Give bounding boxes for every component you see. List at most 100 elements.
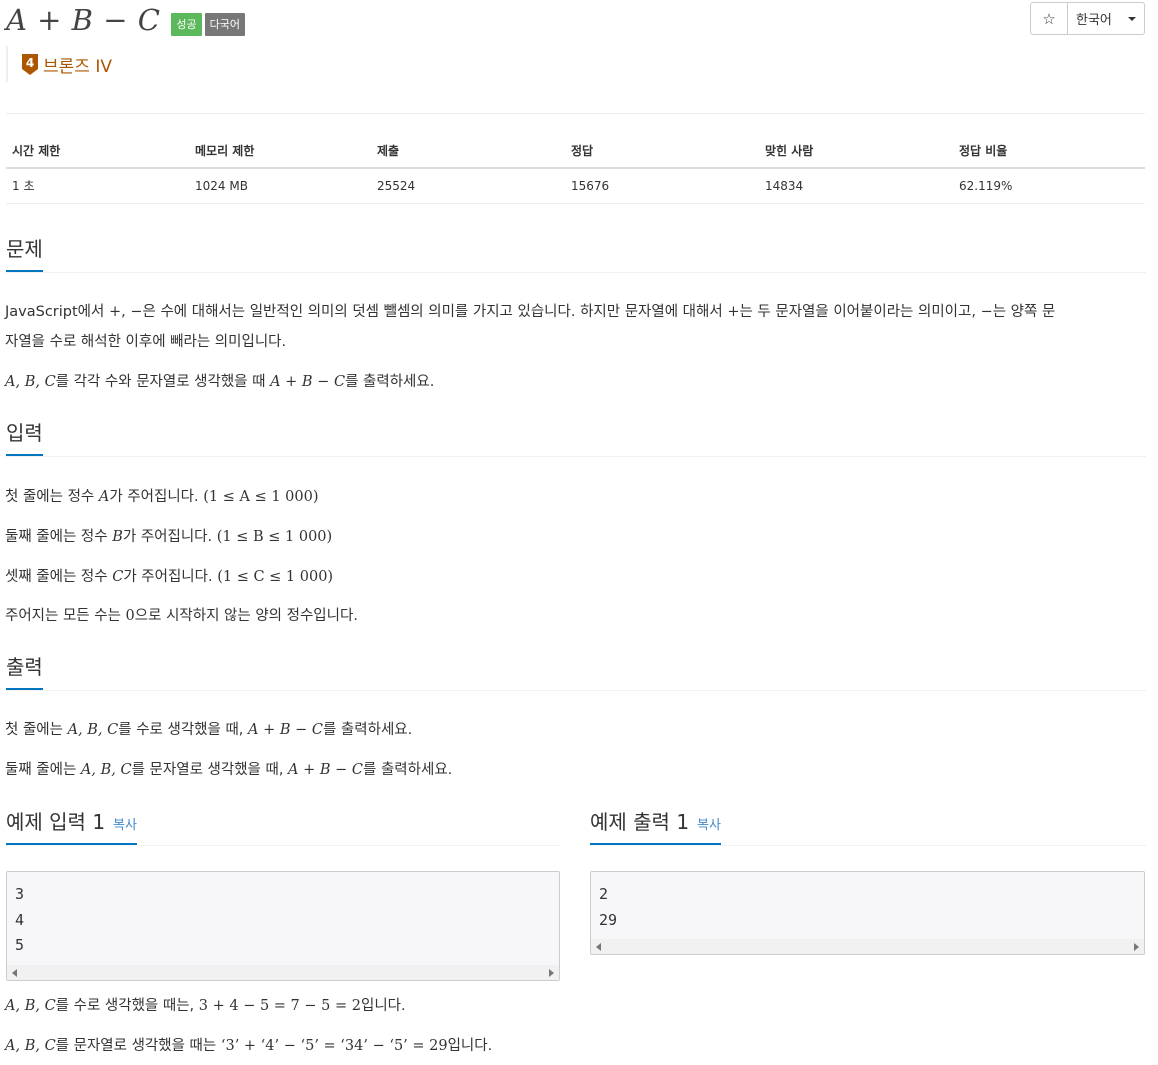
output-line-2: 둘째 줄에는 A, B, C를 문자열로 생각했을 때, A + B − C를 … xyxy=(5,755,1144,785)
sample-input-header: 예제 입력 1 복사 xyxy=(6,806,560,846)
sample-output-heading: 예제 출력 1 복사 xyxy=(590,806,721,845)
math-vars: A, B, C xyxy=(5,998,56,1014)
top-right-controls: ☆ 한국어 xyxy=(1030,2,1145,35)
memory-limit-value: 1024 MB xyxy=(189,168,371,204)
input-line-3: 셋째 줄에는 정수 C가 주어집니다. (1 ≤ C ≤ 1 000) xyxy=(5,562,1144,592)
math-zero: 0 xyxy=(125,608,135,624)
tier-label: 브론즈 IV xyxy=(43,56,112,77)
scroll-left-icon[interactable] xyxy=(596,943,601,951)
math-var: C xyxy=(112,569,124,585)
text: 둘째 줄에는 xyxy=(5,762,81,778)
header-accept-ratio: 정답 비율 xyxy=(953,133,1145,169)
math-var: B xyxy=(112,529,123,545)
copy-output-button[interactable]: 복사 xyxy=(697,818,721,833)
sample-input-text: 3 4 5 xyxy=(15,885,25,954)
multilingual-badge: 다국어 xyxy=(204,12,246,36)
text: 둘째 줄에는 정수 xyxy=(5,529,113,545)
output-line-1: 첫 줄에는 A, B, C를 수로 생각했을 때, A + B − C를 출력하… xyxy=(5,715,1144,745)
problem-title: A + B − C xyxy=(6,3,161,37)
text: 셋째 줄에는 정수 xyxy=(5,569,113,585)
copy-input-button[interactable]: 복사 xyxy=(113,818,137,833)
math-expr: ‘3’ + ‘4’ − ‘5’ = ‘34’ − ‘5’ = 29 xyxy=(220,1038,448,1054)
text: 를 출력하세요. xyxy=(345,374,435,390)
math-expr: A + B − C xyxy=(288,762,364,778)
math-minus: − xyxy=(980,304,993,320)
accepted-value: 15676 xyxy=(565,168,759,204)
math-minus: − xyxy=(130,304,143,320)
tier-shield-icon: 4 xyxy=(22,53,38,75)
text: 를 출력하세요. xyxy=(322,722,413,738)
submissions-value: 25524 xyxy=(371,168,565,204)
text: 주어지는 모든 수는 xyxy=(5,608,126,624)
horizontal-scrollbar[interactable] xyxy=(7,965,559,980)
math-vars: A, B, C xyxy=(67,722,119,738)
caret-down-icon xyxy=(1128,16,1136,21)
solved-users-value: 14834 xyxy=(759,168,953,204)
text: 으로 시작하지 않는 양의 정수입니다. xyxy=(134,608,358,624)
table-header-row: 시간 제한 메모리 제한 제출 정답 맞힌 사람 정답 비율 xyxy=(6,133,1145,169)
math-plus: + xyxy=(727,304,740,320)
math-range: (1 ≤ C ≤ 1 000) xyxy=(217,569,334,585)
tier-number: 4 xyxy=(26,56,34,70)
problem-section-header: 문제 xyxy=(6,233,1145,273)
header-submissions: 제출 xyxy=(371,133,565,169)
text: , xyxy=(121,304,131,320)
sample-input-title: 예제 입력 1 xyxy=(6,810,106,834)
divider xyxy=(6,113,1145,114)
input-line-1: 첫 줄에는 정수 A가 주어집니다. (1 ≤ A ≤ 1 000) xyxy=(5,482,1144,512)
text: JavaScript에서 xyxy=(5,304,109,320)
header-accepted: 정답 xyxy=(565,133,759,169)
table-row: 1 초 1024 MB 25524 15676 14834 62.119% xyxy=(6,168,1145,204)
text: 자열을 수로 해석한 이후에 빼라는 의미입니다. xyxy=(5,334,287,350)
output-section-header: 출력 xyxy=(6,651,1145,691)
input-line-4: 주어지는 모든 수는 0으로 시작하지 않는 양의 정수입니다. xyxy=(5,601,1144,631)
header-solved-users: 맞힌 사람 xyxy=(759,133,953,169)
tier-indicator[interactable]: 4 브론즈 IV xyxy=(6,46,112,82)
sample-output-header: 예제 출력 1 복사 xyxy=(590,806,1145,846)
text: 를 각각 수와 문자열로 생각했을 때 xyxy=(55,374,271,390)
input-line-2: 둘째 줄에는 정수 B가 주어집니다. (1 ≤ B ≤ 1 000) xyxy=(5,522,1144,552)
header-time-limit: 시간 제한 xyxy=(6,133,189,169)
math-vars: A, B, C xyxy=(5,1038,56,1054)
favorite-button[interactable]: ☆ xyxy=(1030,2,1068,35)
text: 가 주어집니다. xyxy=(123,569,218,585)
text: 를 출력하세요. xyxy=(363,762,453,778)
text: 입니다. xyxy=(360,998,406,1014)
text: 를 수로 생각했을 때, xyxy=(118,722,249,738)
text: 가 주어집니다. xyxy=(109,489,204,505)
sample-output-title: 예제 출력 1 xyxy=(590,810,690,834)
sample-input-heading: 예제 입력 1 복사 xyxy=(6,806,137,845)
text: 를 수로 생각했을 때는, xyxy=(55,998,199,1014)
problem-info-table: 시간 제한 메모리 제한 제출 정답 맞힌 사람 정답 비율 1 초 1024 … xyxy=(6,133,1145,204)
explanation-line-1: A, B, C를 수로 생각했을 때는, 3 + 4 − 5 = 7 − 5 =… xyxy=(5,991,1144,1021)
problem-task: A, B, C를 각각 수와 문자열로 생각했을 때 A + B − C를 출력… xyxy=(5,367,1144,397)
math-expr: A + B − C xyxy=(248,722,323,738)
sample-output-text: 2 29 xyxy=(599,885,618,929)
text: 가 주어집니다. xyxy=(122,529,217,545)
problem-header: A + B − C 성공 다국어 xyxy=(6,2,246,38)
sample-output-box[interactable]: 2 29 xyxy=(590,871,1145,955)
math-var: A xyxy=(98,489,110,505)
text: 를 문자열로 생각했을 때는 xyxy=(55,1038,221,1054)
sample-input-box[interactable]: 3 4 5 xyxy=(6,871,560,981)
math-range: (1 ≤ A ≤ 1 000) xyxy=(203,489,319,505)
math-vars: A, B, C xyxy=(80,762,132,778)
scroll-left-icon[interactable] xyxy=(12,969,17,977)
accept-ratio-value: 62.119% xyxy=(953,168,1145,204)
success-badge: 성공 xyxy=(171,12,202,36)
math-range: (1 ≤ B ≤ 1 000) xyxy=(216,529,333,545)
text: 은 수에 대해서는 일반적인 의미의 덧셈 뺄셈의 의미를 가지고 있습니다. … xyxy=(142,304,728,320)
text: 는 양쪽 문 xyxy=(992,304,1056,320)
language-dropdown[interactable]: 한국어 xyxy=(1068,2,1145,35)
input-section-header: 입력 xyxy=(6,417,1145,457)
output-heading: 출력 xyxy=(6,651,43,690)
input-heading: 입력 xyxy=(6,417,43,456)
scroll-right-icon[interactable] xyxy=(549,969,554,977)
language-label: 한국어 xyxy=(1076,13,1112,28)
time-limit-value: 1 초 xyxy=(6,168,189,204)
horizontal-scrollbar[interactable] xyxy=(591,939,1144,954)
scroll-right-icon[interactable] xyxy=(1134,943,1139,951)
star-icon: ☆ xyxy=(1042,9,1056,28)
problem-description: JavaScript에서 +, −은 수에 대해서는 일반적인 의미의 덧셈 뺄… xyxy=(5,297,1144,357)
header-memory-limit: 메모리 제한 xyxy=(189,133,371,169)
